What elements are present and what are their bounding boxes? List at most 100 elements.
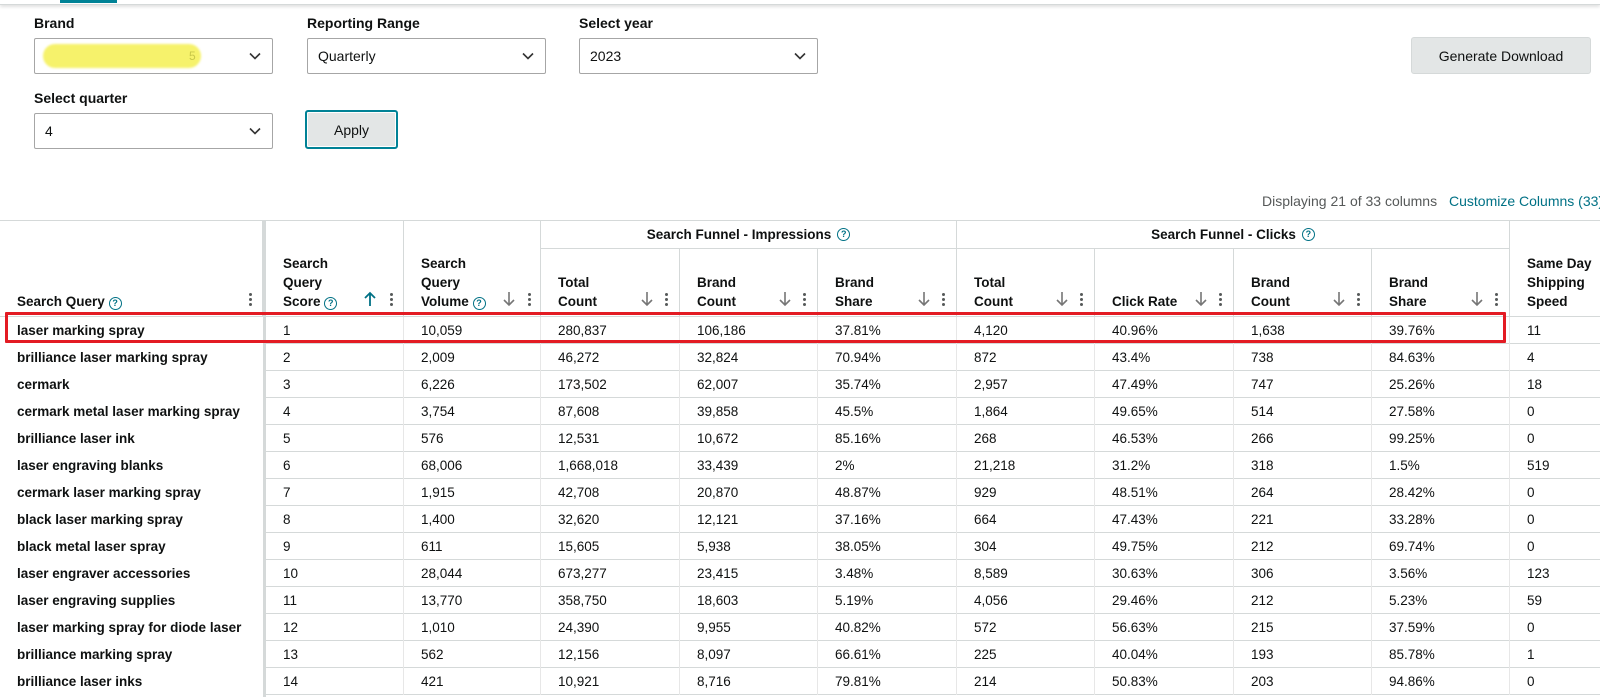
- quarter-select[interactable]: 4: [34, 113, 273, 149]
- cell-search-query: black metal laser spray: [0, 533, 266, 560]
- cell-clk-brand: 203: [1234, 668, 1372, 695]
- column-menu-icon[interactable]: [1080, 293, 1084, 307]
- customize-columns-link[interactable]: Customize Columns (33): [1449, 193, 1600, 209]
- sort-descending-icon[interactable]: [1470, 291, 1484, 307]
- header-search-query[interactable]: Search Query ?: [0, 221, 263, 317]
- sort-ascending-icon[interactable]: [363, 291, 377, 307]
- cell-same-day: 0: [1510, 398, 1600, 425]
- column-menu-icon[interactable]: [942, 293, 946, 307]
- column-menu-icon[interactable]: [1495, 293, 1499, 307]
- header-impressions-brand-share[interactable]: Brand Share: [818, 249, 957, 317]
- cell-imp-total: 12,531: [541, 425, 680, 452]
- header-same-day-shipping-speed[interactable]: Same Day Shipping Speed: [1510, 221, 1600, 317]
- header-clicks-brand-count[interactable]: Brand Count: [1234, 249, 1372, 317]
- cell-search-query: laser marking spray for diode laser: [0, 614, 266, 641]
- table-row[interactable]: cermark 3 6,226 173,502 62,007 35.74% 2,957 47.…: [0, 371, 1600, 398]
- table-row[interactable]: brilliance laser marking spray 2 2,009 46,2…: [0, 344, 1600, 371]
- sort-descending-icon[interactable]: [1055, 291, 1069, 307]
- help-icon[interactable]: ?: [1301, 228, 1315, 241]
- column-menu-icon[interactable]: [665, 293, 669, 307]
- cell-imp-share: 45.5%: [818, 398, 957, 425]
- cell-clk-total: 225: [957, 641, 1095, 668]
- cell-imp-share: 70.94%: [818, 344, 957, 371]
- cell-volume: 68,006: [404, 452, 541, 479]
- table-row[interactable]: laser engraving blanks 6 68,006 1,668,018 33…: [0, 452, 1600, 479]
- clicks-group-label: Search Funnel - Clicks: [1151, 227, 1296, 242]
- table-row[interactable]: black laser marking spray 8 1,400 32,620 12,…: [0, 506, 1600, 533]
- cell-same-day: 0: [1510, 614, 1600, 641]
- sort-descending-icon[interactable]: [1332, 291, 1346, 307]
- cell-clk-rate: 50.83%: [1095, 668, 1234, 695]
- column-menu-icon[interactable]: [803, 293, 807, 307]
- sort-descending-icon[interactable]: [778, 291, 792, 307]
- cell-clk-brand: 738: [1234, 344, 1372, 371]
- header-impressions-total-count[interactable]: Total Count: [541, 249, 680, 317]
- sort-descending-icon[interactable]: [917, 291, 931, 307]
- sort-descending-icon[interactable]: [640, 291, 654, 307]
- cell-clk-share: 37.59%: [1372, 614, 1510, 641]
- cell-volume: 421: [404, 668, 541, 695]
- cell-imp-brand: 10,672: [680, 425, 818, 452]
- apply-button[interactable]: Apply: [305, 110, 398, 149]
- cell-score: 2: [266, 344, 404, 371]
- column-menu-icon[interactable]: [1357, 293, 1361, 307]
- cell-same-day: 0: [1510, 506, 1600, 533]
- cell-search-query: laser engraving supplies: [0, 587, 266, 614]
- header-clicks-click-rate[interactable]: Click Rate: [1095, 249, 1234, 317]
- cell-clk-total: 572: [957, 614, 1095, 641]
- table-row[interactable]: cermark metal laser marking spray 4 3,754 8…: [0, 398, 1600, 425]
- cell-clk-share: 27.58%: [1372, 398, 1510, 425]
- cell-imp-total: 87,608: [541, 398, 680, 425]
- cell-imp-total: 173,502: [541, 371, 680, 398]
- column-menu-icon[interactable]: [1219, 293, 1223, 307]
- cell-imp-total: 24,390: [541, 614, 680, 641]
- sort-descending-icon[interactable]: [502, 291, 516, 307]
- generate-download-button[interactable]: Generate Download: [1411, 37, 1591, 74]
- header-search-query-volume[interactable]: Search Query Volume ?: [404, 221, 541, 317]
- table-row[interactable]: cermark laser marking spray 7 1,915 42,708 2…: [0, 479, 1600, 506]
- cell-search-query: laser engraving blanks: [0, 452, 266, 479]
- cell-imp-share: 66.61%: [818, 641, 957, 668]
- cell-clk-share: 84.63%: [1372, 344, 1510, 371]
- cell-same-day: 0: [1510, 479, 1600, 506]
- header-clicks-total-count[interactable]: Total Count: [957, 249, 1095, 317]
- column-menu-icon[interactable]: [528, 293, 532, 307]
- clicks-group-header: Search Funnel - Clicks ?: [957, 221, 1510, 249]
- cell-same-day: 11: [1510, 317, 1600, 344]
- help-icon[interactable]: ?: [324, 297, 338, 310]
- table-row[interactable]: black metal laser spray 9 611 15,605 5,938 38…: [0, 533, 1600, 560]
- help-icon[interactable]: ?: [837, 228, 851, 241]
- header-search-query-score[interactable]: Search Query Score ?: [266, 221, 404, 317]
- cell-volume: 1,915: [404, 479, 541, 506]
- help-icon[interactable]: ?: [108, 297, 122, 310]
- chevron-down-icon: [794, 52, 806, 60]
- cell-clk-total: 1,864: [957, 398, 1095, 425]
- table-row[interactable]: brilliance laser inks 14 421 10,921 8,716 79.…: [0, 668, 1600, 695]
- year-select[interactable]: 2023: [579, 38, 818, 74]
- cell-clk-rate: 49.65%: [1095, 398, 1234, 425]
- cell-score: 3: [266, 371, 404, 398]
- header-impressions-brand-count[interactable]: Brand Count: [680, 249, 818, 317]
- cell-clk-brand: 747: [1234, 371, 1372, 398]
- column-menu-icon[interactable]: [390, 293, 394, 307]
- table-row[interactable]: laser engraving supplies 11 13,770 358,750 1…: [0, 587, 1600, 614]
- cell-imp-total: 358,750: [541, 587, 680, 614]
- cell-clk-total: 304: [957, 533, 1095, 560]
- column-menu-icon[interactable]: [249, 293, 253, 307]
- header-clicks-brand-share[interactable]: Brand Share: [1372, 249, 1510, 317]
- table-row[interactable]: laser engraver accessories 10 28,044 673,27…: [0, 560, 1600, 587]
- cell-imp-total: 10,921: [541, 668, 680, 695]
- cell-same-day: 18: [1510, 371, 1600, 398]
- cell-same-day: 1: [1510, 641, 1600, 668]
- table-row[interactable]: brilliance laser ink 5 576 12,531 10,672 85.1…: [0, 425, 1600, 452]
- table-row[interactable]: laser marking spray for diode laser 12 1,0…: [0, 614, 1600, 641]
- cell-search-query: cermark metal laser marking spray: [0, 398, 266, 425]
- table-row[interactable]: brilliance marking spray 13 562 12,156 8,097…: [0, 641, 1600, 668]
- help-icon[interactable]: ?: [472, 297, 486, 310]
- reporting-range-select[interactable]: Quarterly: [307, 38, 546, 74]
- sort-descending-icon[interactable]: [1194, 291, 1208, 307]
- cell-imp-share: 79.81%: [818, 668, 957, 695]
- cell-imp-total: 1,668,018: [541, 452, 680, 479]
- brand-select[interactable]: 5: [34, 38, 273, 74]
- cell-imp-brand: 33,439: [680, 452, 818, 479]
